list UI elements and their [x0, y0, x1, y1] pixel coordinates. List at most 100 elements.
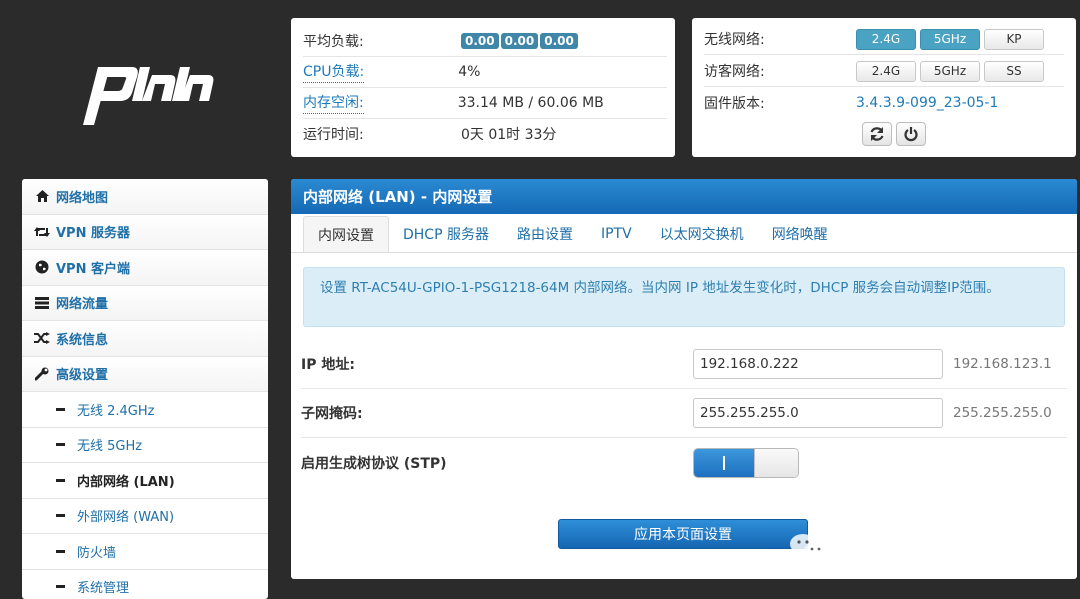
ip-address-label: IP 地址: — [301, 354, 693, 374]
wireless-kp-button[interactable]: KP — [984, 29, 1044, 50]
globe-icon — [34, 259, 50, 275]
sidebar-subitem-label: 无线 5GHz — [77, 435, 142, 454]
sidebar-item-advanced[interactable]: 高级设置 — [22, 357, 268, 393]
sidebar-item-label: 网络地图 — [56, 187, 108, 206]
load-badge-1: 0.00 — [461, 33, 499, 49]
wireless-label: 无线网络: — [704, 29, 856, 49]
tab-routing[interactable]: 路由设置 — [503, 216, 587, 252]
sidebar-nav: 网络地图 VPN 服务器 VPN 客户端 网络流量 系统信息 高级设置 无线 2… — [22, 179, 268, 599]
uptime-value: 0天 01时 33分 — [461, 124, 556, 144]
tab-wake-on-lan[interactable]: 网络唤醒 — [758, 216, 842, 252]
sidebar-item-label: 网络流量 — [56, 293, 108, 312]
sidebar-subitem-label: 无线 2.4GHz — [77, 400, 154, 419]
tab-bar: 内网设置 DHCP 服务器 路由设置 IPTV 以太网交换机 网络唤醒 — [291, 214, 1077, 253]
guest-row: 访客网络: 2.4G 5GHz SS — [704, 56, 1064, 87]
wechat-icon — [788, 531, 828, 561]
sidebar-item-vpn-client[interactable]: VPN 客户端 — [22, 250, 268, 286]
refresh-icon — [869, 126, 885, 142]
sidebar-subitem-label: 外部网络 (WAN) — [77, 506, 174, 525]
load-badge-2: 0.00 — [501, 33, 539, 49]
sidebar-item-label: 系统信息 — [56, 329, 108, 348]
sidebar-subitem-label: 系统管理 — [77, 577, 129, 596]
ip-address-input[interactable] — [693, 349, 943, 379]
sidebar-subitem-label: 内部网络 (LAN) — [77, 471, 175, 490]
reboot-button[interactable] — [862, 122, 892, 146]
sidebar-subitem-wan[interactable]: 外部网络 (WAN) — [22, 499, 268, 535]
dash-icon — [56, 514, 65, 517]
page-title: 内部网络 (LAN) - 内网设置 — [291, 179, 1077, 214]
sidebar-item-network-map[interactable]: 网络地图 — [22, 179, 268, 215]
guest-label: 访客网络: — [704, 61, 856, 81]
tab-iptv[interactable]: IPTV — [587, 216, 646, 252]
cpu-value: 4% — [458, 64, 480, 80]
shutdown-button[interactable] — [896, 122, 926, 146]
wireless-row: 无线网络: 2.4G 5GHz KP — [704, 24, 1064, 55]
memory-row: 内存空闲: 33.14 MB / 60.06 MB — [303, 88, 667, 119]
uptime-row: 运行时间: 0天 01时 33分 — [303, 119, 667, 149]
dash-icon — [56, 585, 65, 588]
subnet-mask-default: 255.255.255.0 — [953, 405, 1052, 421]
watermark-text: 公众号 · 网络志 — [838, 528, 1005, 563]
ip-address-default: 192.168.123.1 — [953, 356, 1052, 372]
wireless-status-panel: 无线网络: 2.4G 5GHz KP 访客网络: 2.4G 5GHz SS 固件… — [692, 18, 1076, 157]
wireless-5g-button[interactable]: 5GHz — [920, 29, 980, 50]
apply-button[interactable]: 应用本页面设置 — [558, 519, 808, 549]
ip-address-row: IP 地址: 192.168.123.1 — [301, 340, 1067, 389]
firmware-row: 固件版本: 3.4.3.9-099_23-05-1 — [704, 88, 1064, 118]
uptime-label: 运行时间: — [303, 124, 461, 144]
memory-link[interactable]: 内存空闲: — [303, 92, 364, 114]
sidebar-item-label: 高级设置 — [56, 364, 108, 383]
toggle-on-part — [694, 449, 754, 477]
firmware-version-link[interactable]: 3.4.3.9-099_23-05-1 — [856, 95, 998, 111]
tab-dhcp-server[interactable]: DHCP 服务器 — [389, 216, 503, 252]
sidebar-subitem-admin[interactable]: 系统管理 — [22, 570, 268, 599]
toggle-on-mark — [723, 456, 725, 470]
load-badge-3: 0.00 — [540, 33, 578, 49]
stp-label: 启用生成树协议 (STP) — [301, 453, 693, 473]
dash-icon — [56, 550, 65, 553]
watermark: 公众号 · 网络志 — [788, 528, 1005, 563]
load-row: 平均负载: 0.000.000.00 — [303, 26, 667, 57]
firmware-label: 固件版本: — [704, 93, 856, 113]
sidebar-item-vpn-server[interactable]: VPN 服务器 — [22, 215, 268, 251]
retweet-icon — [34, 224, 50, 240]
cpu-row: CPU负载: 4% — [303, 57, 667, 88]
stp-row: 启用生成树协议 (STP) — [301, 439, 1067, 487]
toggle-off-part — [754, 449, 798, 477]
tab-ethernet-switch[interactable]: 以太网交换机 — [646, 216, 758, 252]
guest-24g-button[interactable]: 2.4G — [856, 61, 916, 82]
lan-settings-panel: 内部网络 (LAN) - 内网设置 内网设置 DHCP 服务器 路由设置 IPT… — [291, 179, 1077, 579]
dash-icon — [56, 408, 65, 411]
sidebar-item-system-info[interactable]: 系统信息 — [22, 321, 268, 357]
sidebar-subitem-firewall[interactable]: 防火墙 — [22, 534, 268, 570]
dash-icon — [56, 479, 65, 482]
tab-lan-settings[interactable]: 内网设置 — [303, 216, 389, 252]
dash-icon — [56, 443, 65, 446]
home-icon — [34, 188, 50, 204]
wrench-icon — [34, 366, 50, 382]
wireless-24g-button[interactable]: 2.4G — [856, 29, 916, 50]
random-icon — [34, 330, 50, 346]
subnet-mask-label: 子网掩码: — [301, 403, 693, 423]
list-icon — [34, 295, 50, 311]
stp-toggle[interactable] — [693, 448, 799, 478]
brand-logo — [80, 55, 220, 130]
sidebar-subitem-label: 防火墙 — [77, 542, 116, 561]
system-status-panel: 平均负载: 0.000.000.00 CPU负载: 4% 内存空闲: 33.14… — [291, 18, 675, 157]
subnet-mask-row: 子网掩码: 255.255.255.0 — [301, 389, 1067, 438]
sidebar-item-traffic[interactable]: 网络流量 — [22, 286, 268, 322]
sidebar-item-label: VPN 客户端 — [56, 258, 130, 277]
subnet-mask-input[interactable] — [693, 398, 943, 428]
guest-ss-button[interactable]: SS — [984, 61, 1044, 82]
sidebar-subitem-wireless-24[interactable]: 无线 2.4GHz — [22, 392, 268, 428]
memory-value: 33.14 MB / 60.06 MB — [458, 95, 604, 111]
cpu-link[interactable]: CPU负载: — [303, 61, 364, 83]
info-message: 设置 RT-AC54U-GPIO-1-PSG1218-64M 内部网络。当内网 … — [303, 267, 1065, 327]
load-values: 0.000.000.00 — [461, 33, 580, 49]
sidebar-subitem-wireless-5[interactable]: 无线 5GHz — [22, 428, 268, 464]
power-icon — [903, 126, 919, 142]
sidebar-subitem-lan[interactable]: 内部网络 (LAN) — [22, 463, 268, 499]
load-label: 平均负载: — [303, 31, 461, 51]
guest-5g-button[interactable]: 5GHz — [920, 61, 980, 82]
sidebar-item-label: VPN 服务器 — [56, 222, 130, 241]
